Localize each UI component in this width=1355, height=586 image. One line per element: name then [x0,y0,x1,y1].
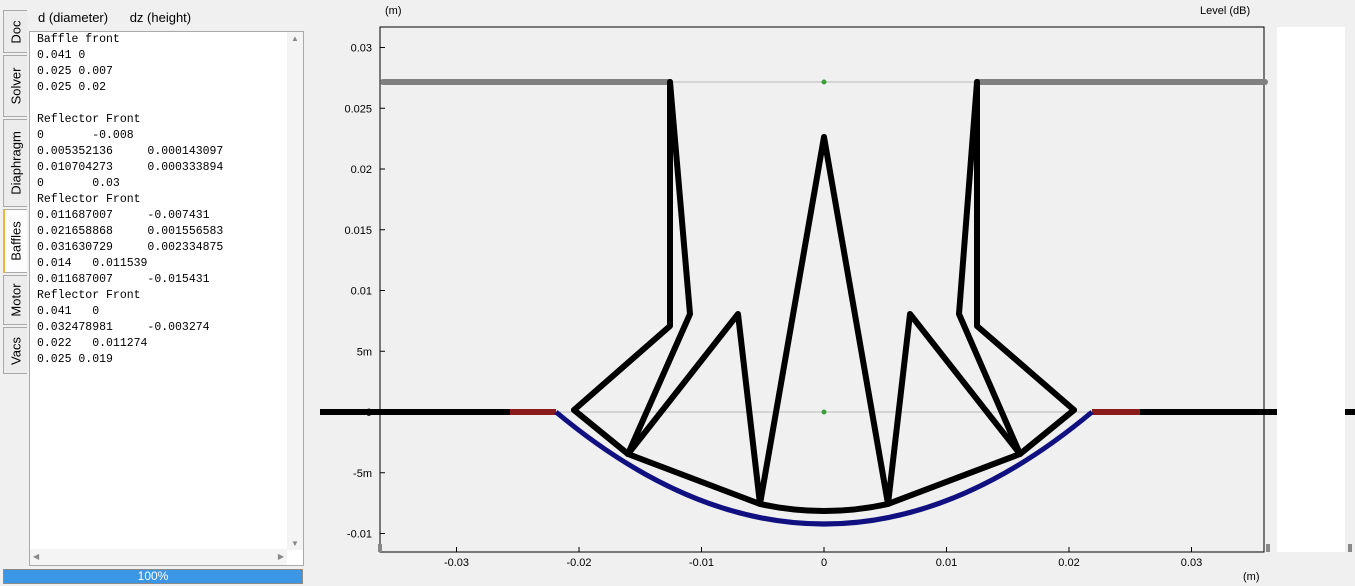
y-tick-label: 0.01 [351,286,372,298]
x-tick-label: 0.03 [1181,557,1202,569]
plot-handle-right[interactable] [1266,544,1270,552]
y-tick-label: -5m [353,468,372,480]
right-horn-inner [956,79,1023,457]
plot-handle-left[interactable] [378,544,382,552]
level-panel [1277,27,1345,552]
x-tick-label: -0.01 [689,557,714,569]
y-tick-label: 0.015 [344,225,372,237]
right-horn-outer [974,79,1077,413]
x-tick-label: -0.02 [566,557,591,569]
y-tick-label: 5m [357,346,372,358]
level-label: Level (dB) [1200,5,1250,17]
x-axis-ticks: -0.03 -0.02 -0.01 0 0.01 0.02 0.03 [444,547,1202,569]
x-tick-label: -0.03 [444,557,469,569]
y-tick-label: 0.025 [344,103,372,115]
level-handle[interactable] [1348,544,1352,552]
left-horn-inner [625,79,693,457]
plot-frame [379,26,1265,553]
x-tick-label: 0.01 [936,557,957,569]
x-tick-label: 0.02 [1058,557,1079,569]
geometry-plot[interactable]: (m) (m) Level (dB) 0.03 0.025 0.02 0.015 0.0… [0,0,1355,586]
origin-marker [821,409,827,415]
top-center-marker [821,79,827,85]
x-tick-label: 0 [821,557,827,569]
y-unit-label: (m) [385,5,402,17]
y-axis-ticks: 0.030.0250.020.0150.015m0-5m-0.01 [344,43,385,541]
y-tick-label: 0.03 [351,43,372,55]
center-phase-plug [757,134,891,507]
x-unit-label: (m) [1243,571,1260,583]
y-tick-label: -0.01 [347,529,372,541]
y-tick-label: 0.02 [351,164,372,176]
reflector-structure [571,79,1077,514]
left-horn-outer [571,79,673,413]
